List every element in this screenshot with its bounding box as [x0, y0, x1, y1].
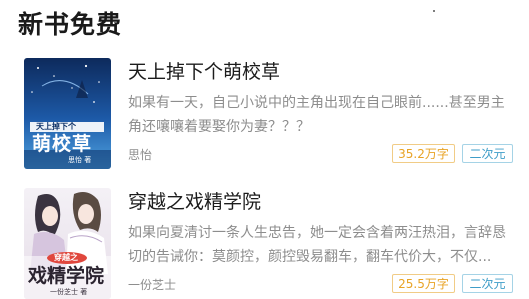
- word-count-tag: 25.5万字: [392, 274, 455, 293]
- book-cover[interactable]: 穿越之 戏精学院 一份芝士 著: [24, 188, 111, 299]
- word-count-tag: 35.2万字: [392, 144, 455, 163]
- book-description: 如果向夏清讨一条人生忠告，她一定会含着两汪热泪，言辞恳切的告诫你：莫颜控，颜控毁…: [128, 225, 506, 265]
- section-title: 新书免费: [18, 10, 123, 39]
- book-list-item[interactable]: 天上掉下个 萌校草 思怡 著 天上掉下个萌校草 如果有一天，自己小说中的主角出现…: [0, 56, 529, 169]
- book-title[interactable]: 天上掉下个萌校草: [128, 59, 280, 85]
- cover-subtitle: 穿越之: [54, 253, 78, 262]
- cover-title: 萌校草: [32, 133, 93, 155]
- decorative-dot: [433, 10, 435, 12]
- book-title[interactable]: 穿越之戏精学院: [128, 189, 261, 215]
- book-cover[interactable]: 天上掉下个 萌校草 思怡 著: [24, 58, 111, 169]
- cover-author: 思怡 著: [68, 156, 92, 164]
- category-tag[interactable]: 二次元: [462, 274, 513, 293]
- category-tag[interactable]: 二次元: [462, 144, 513, 163]
- book-list-item[interactable]: 穿越之 戏精学院 一份芝士 著 穿越之戏精学院 如果向夏清讨一条人生忠告，她一定…: [0, 186, 529, 299]
- cover-author: 一份芝士 著: [50, 288, 88, 296]
- book-author: 一份芝士: [128, 278, 177, 292]
- book-description: 如果有一天，自己小说中的主角出现在自己眼前......甚至男主角还嚷嚷着要娶你为…: [128, 95, 505, 135]
- book-author: 思怡: [128, 148, 153, 162]
- cover-title: 戏精学院: [28, 265, 105, 287]
- cover-subtitle: 天上掉下个: [36, 122, 76, 131]
